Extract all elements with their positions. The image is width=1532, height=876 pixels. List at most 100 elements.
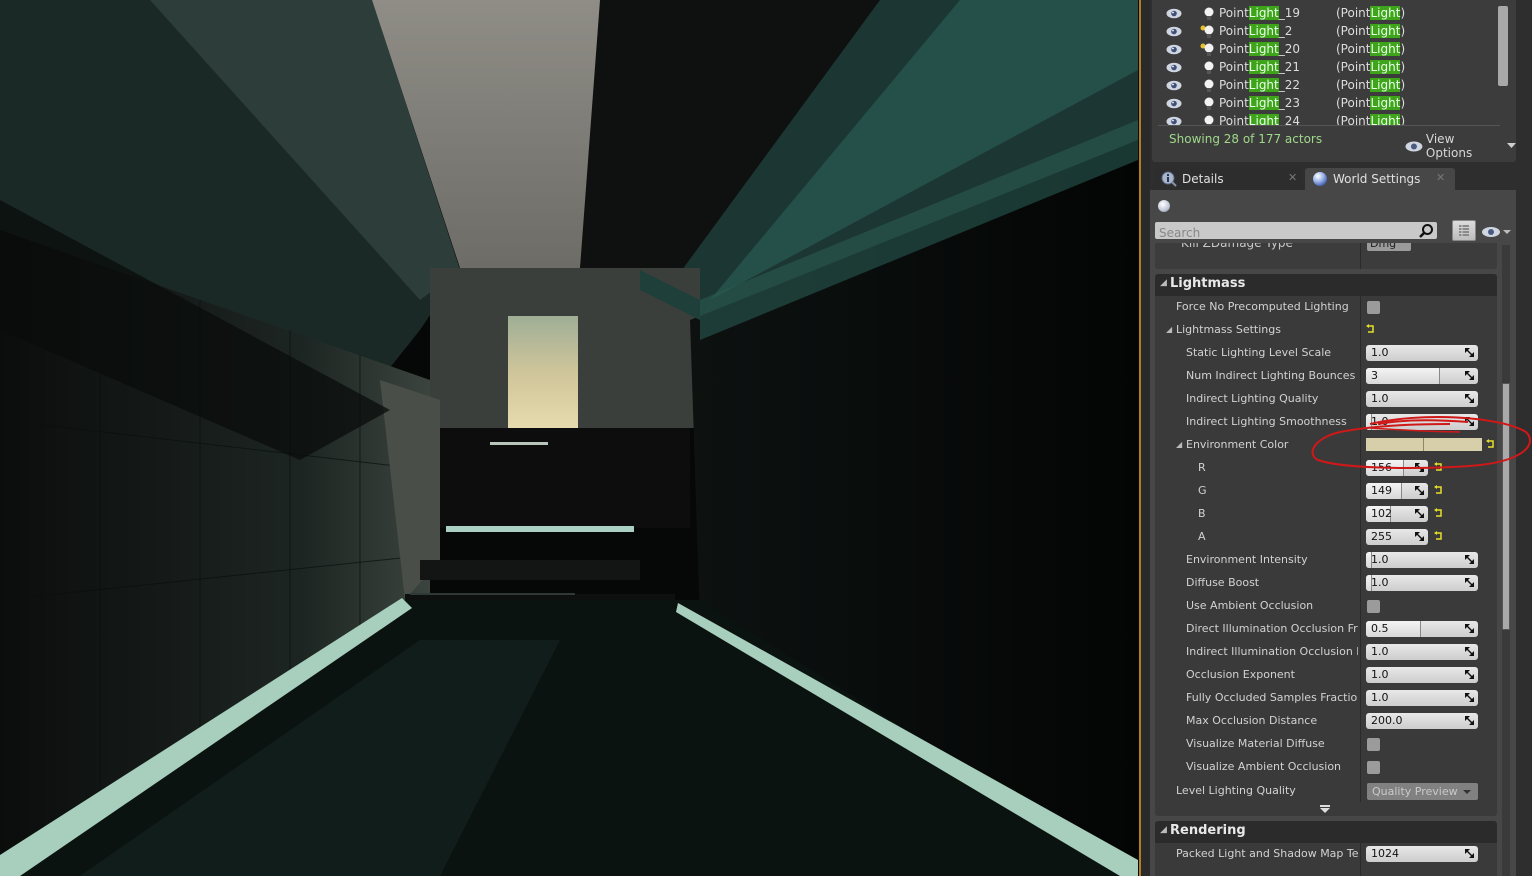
drag-handle-icon[interactable] (1415, 532, 1424, 541)
indirect-lighting-smoothness-input[interactable]: 1.0 (1366, 414, 1478, 430)
expand-triangle-icon: ◢ (1160, 825, 1167, 835)
reset-to-default-icon[interactable] (1434, 508, 1444, 518)
visualize-ambient-occlusion-checkbox[interactable] (1367, 761, 1380, 774)
drag-handle-icon[interactable] (1465, 670, 1474, 679)
outliner-row[interactable]: PointLight_22 (PointLight) (1158, 77, 1500, 95)
drag-handle-icon[interactable] (1465, 555, 1474, 564)
reset-to-default-icon[interactable] (1486, 439, 1496, 449)
environment-color-g-label: G (1198, 484, 1207, 497)
editor-side-panel: PointLight_19 (PointLight) PointLight_2 (Po… (1150, 0, 1532, 876)
outliner-row[interactable]: PointLight_2 (PointLight) (1158, 23, 1500, 41)
packed-light-and-shadow-map-texture-size-label: Packed Light and Shadow Map Text (1176, 847, 1358, 860)
chevron-down-icon (1507, 143, 1517, 148)
environment-intensity-input[interactable]: 1.0 (1366, 552, 1478, 568)
visibility-eye-icon[interactable] (1166, 80, 1182, 91)
expand-triangle-icon[interactable]: ◢ (1166, 325, 1172, 334)
force-no-precomputed-lighting-checkbox[interactable] (1367, 301, 1380, 314)
visibility-eye-icon[interactable] (1166, 44, 1182, 55)
environment-color-swatch[interactable] (1366, 438, 1482, 451)
tab-details[interactable]: Details ✕ (1154, 168, 1302, 190)
drag-handle-icon[interactable] (1465, 394, 1474, 403)
max-occlusion-distance: Max Occlusion Distance 200.0 (1155, 710, 1497, 733)
drag-handle-icon[interactable] (1415, 486, 1424, 495)
kill-zdamage-type-combo[interactable]: Dmg (1367, 243, 1411, 251)
environment-color-g-input[interactable]: 149 (1366, 483, 1428, 499)
info-icon (1161, 171, 1177, 187)
details-view-options-button[interactable] (1481, 224, 1513, 238)
fully-occluded-samples-fraction-input[interactable]: 1.0 (1366, 690, 1478, 706)
static-lighting-level-scale-input[interactable]: 1.0 (1366, 345, 1478, 361)
drag-handle-icon[interactable] (1465, 647, 1474, 656)
visibility-eye-icon[interactable] (1166, 62, 1182, 73)
reset-to-default-icon[interactable] (1366, 324, 1376, 334)
search-icon[interactable] (1418, 223, 1434, 239)
reset-to-default-icon[interactable] (1434, 485, 1444, 495)
drag-handle-icon[interactable] (1465, 716, 1474, 725)
occlusion-exponent-input[interactable]: 1.0 (1366, 667, 1478, 683)
visibility-eye-icon[interactable] (1166, 98, 1182, 109)
outliner-row[interactable]: PointLight_19 (PointLight) (1158, 5, 1500, 23)
direct-illumination-occlusion-fraction-input[interactable]: 0.5 (1366, 621, 1478, 637)
reset-to-default-icon[interactable] (1434, 462, 1444, 472)
tab-world-settings[interactable]: World Settings ✕ (1305, 168, 1455, 190)
diffuse-boost-input[interactable]: 1.0 (1366, 575, 1478, 591)
max-occlusion-distance-input[interactable]: 200.0 (1366, 713, 1478, 729)
category-lightmass[interactable]: ◢ Lightmass (1155, 274, 1497, 296)
details-scrollbar[interactable] (1502, 245, 1510, 876)
outliner-row[interactable]: PointLight_21 (PointLight) (1158, 59, 1500, 77)
advanced-expander[interactable] (1155, 802, 1497, 816)
close-tab-world-settings-icon[interactable]: ✕ (1436, 171, 1445, 184)
level-lighting-quality-dropdown[interactable]: Quality Preview (1367, 783, 1478, 800)
environment-intensity-value: 1.0 (1371, 553, 1389, 566)
visibility-eye-icon[interactable] (1166, 26, 1182, 37)
visibility-eye-icon[interactable] (1166, 8, 1182, 19)
drag-handle-icon[interactable] (1415, 509, 1424, 518)
outliner-scrollbar[interactable] (1498, 4, 1508, 122)
eye-icon (1405, 141, 1423, 151)
expand-triangle-icon: ◢ (1160, 278, 1167, 288)
expand-triangle-icon[interactable]: ◢ (1176, 440, 1182, 449)
point-light-icon (1200, 25, 1214, 38)
drag-handle-icon[interactable] (1465, 578, 1474, 587)
level-viewport[interactable] (0, 0, 1138, 876)
drag-handle-icon[interactable] (1465, 624, 1474, 633)
environment-color-b-input[interactable]: 102 (1366, 506, 1428, 522)
outliner-row[interactable]: PointLight_20 (PointLight) (1158, 41, 1500, 59)
outliner-row[interactable]: PointLight_24 (PointLight) (1158, 113, 1500, 126)
num-indirect-lighting-bounces-input[interactable]: 3 (1366, 368, 1478, 384)
packed-light-and-shadow-map-texture-size-input[interactable]: 1024 (1366, 846, 1478, 862)
environment-color-a-input[interactable]: 255 (1366, 529, 1428, 545)
indirect-illumination-occlusion-fraction-input[interactable]: 1.0 (1366, 644, 1478, 660)
use-ambient-occlusion-checkbox[interactable] (1367, 600, 1380, 613)
outliner-scrollbar-thumb[interactable] (1498, 6, 1508, 86)
indirect-lighting-smoothness-label: Indirect Lighting Smoothness (1186, 415, 1347, 428)
close-tab-details-icon[interactable]: ✕ (1288, 171, 1297, 184)
drag-handle-icon[interactable] (1465, 417, 1474, 426)
drag-handle-icon[interactable] (1465, 849, 1474, 858)
indirect-lighting-quality-input[interactable]: 1.0 (1366, 391, 1478, 407)
actor-name: PointLight_19 (1219, 6, 1301, 20)
environment-color-r-input[interactable]: 156 (1366, 460, 1428, 476)
static-lighting-level-scale-value: 1.0 (1371, 346, 1389, 359)
details-scrollbar-thumb[interactable] (1502, 383, 1510, 630)
property-list: Kill ZDamage Type Dmg ◢ Lightmass Force … (1155, 243, 1497, 876)
view-options-button[interactable]: View Options (1405, 132, 1517, 160)
visibility-eye-icon[interactable] (1166, 116, 1182, 126)
category-rendering[interactable]: ◢ Rendering (1155, 821, 1497, 843)
reset-to-default-icon[interactable] (1434, 531, 1444, 541)
details-search-input[interactable] (1155, 224, 1415, 242)
point-light-icon (1204, 115, 1214, 125)
property-matrix-button[interactable] (1452, 220, 1476, 241)
lightmass-settings: ◢ Lightmass Settings (1155, 319, 1497, 342)
drag-handle-icon[interactable] (1465, 371, 1474, 380)
drag-handle-icon[interactable] (1465, 348, 1474, 357)
drag-handle-icon[interactable] (1465, 693, 1474, 702)
visualize-material-diffuse-checkbox[interactable] (1367, 738, 1380, 751)
outliner-row[interactable]: PointLight_23 (PointLight) (1158, 95, 1500, 113)
actor-name: PointLight_21 (1219, 60, 1301, 74)
outliner-actor-list[interactable]: PointLight_19 (PointLight) PointLight_2 (Po… (1158, 0, 1500, 126)
level-lighting-quality: Level Lighting Quality Quality Preview (1155, 780, 1497, 803)
actor-type: (PointLight) (1336, 24, 1406, 38)
drag-handle-icon[interactable] (1415, 463, 1424, 472)
world-outliner: PointLight_19 (PointLight) PointLight_2 (Po… (1152, 0, 1517, 162)
